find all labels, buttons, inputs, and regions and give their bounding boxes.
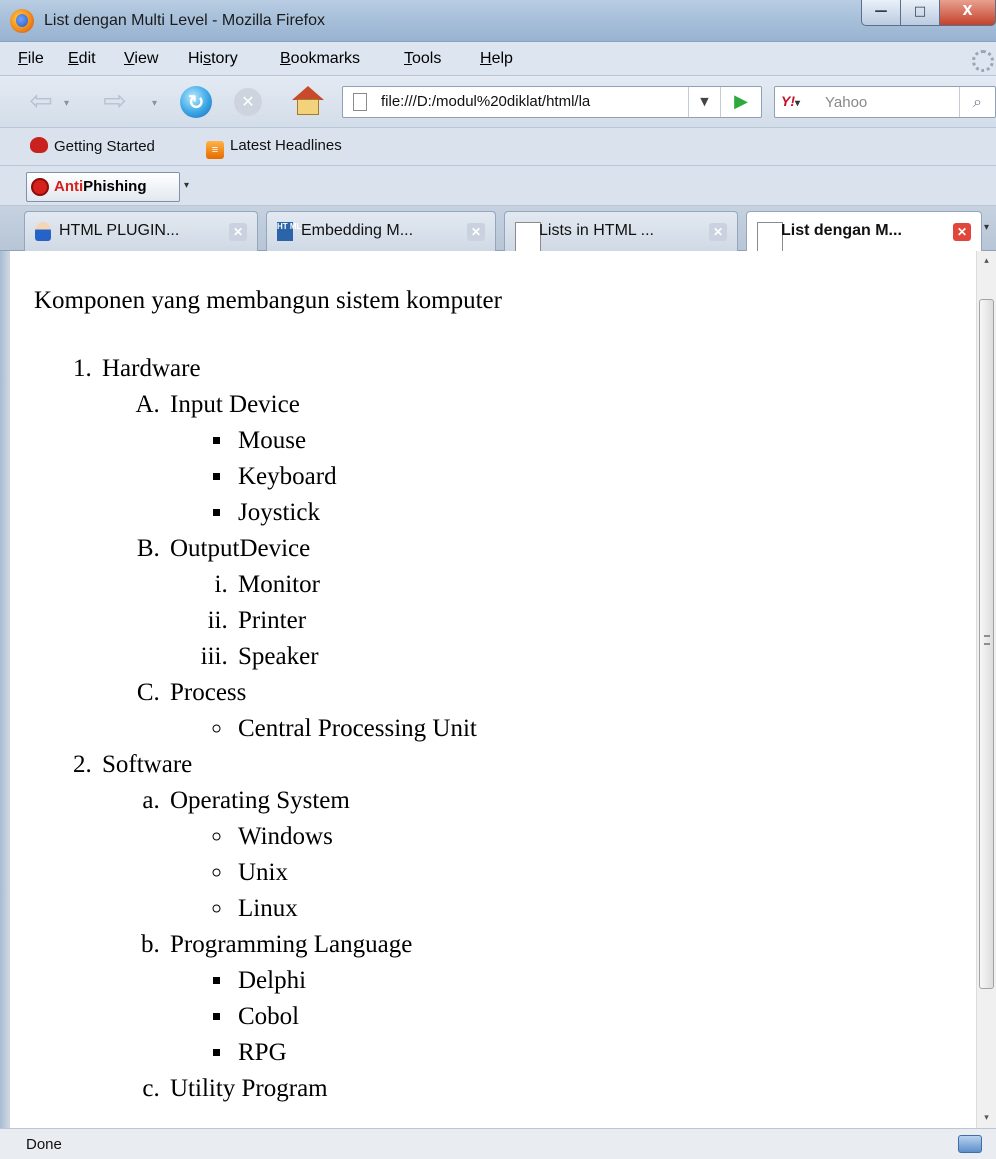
url-input[interactable]: file:///D:/modul%20diklat/html/la — [381, 93, 685, 110]
scroll-up-button[interactable]: ▴ — [977, 251, 996, 271]
page-content: Komponen yang membangun sistem komputer … — [10, 251, 976, 1128]
navigation-toolbar: ⇦ ▾ ⇨ ▾ ↻ ✕ file:///D:/modul%20diklat/ht… — [0, 76, 996, 128]
menu-view[interactable]: View — [124, 50, 158, 68]
window-title: List dengan Multi Level - Mozilla Firefo… — [44, 12, 326, 29]
yahoo-icon[interactable]: Y!▾ — [781, 93, 800, 109]
tab-embedding[interactable]: HT ML Embedding M... ✕ — [266, 211, 496, 251]
antiphishing-icon — [31, 178, 49, 196]
url-history-dropdown[interactable]: ▼ — [688, 87, 720, 117]
scroll-down-button[interactable]: ▾ — [977, 1108, 996, 1128]
tab-html-plugin[interactable]: HTML PLUGIN... ✕ — [24, 211, 258, 251]
window-edge — [0, 251, 10, 1128]
sub-sub-list: MouseKeyboardJoystick — [170, 423, 976, 531]
main-list: HardwareInput DeviceMouseKeyboardJoystic… — [34, 351, 976, 1107]
scroll-thumb[interactable] — [979, 299, 994, 989]
list-item: Delphi — [234, 963, 976, 999]
tab-close-icon[interactable]: ✕ — [229, 223, 247, 241]
search-input[interactable]: Yahoo — [825, 94, 867, 111]
go-button[interactable]: ▶ — [720, 87, 761, 117]
document: Komponen yang membangun sistem komputer … — [10, 251, 976, 1107]
menu-history[interactable]: History — [188, 50, 238, 68]
list-item: Monitor — [234, 567, 976, 603]
list-item: Speaker — [234, 639, 976, 675]
firefox-bookmark-icon — [30, 137, 48, 153]
sub-list: Operating SystemWindowsUnixLinuxProgramm… — [102, 783, 976, 1107]
search-bar[interactable]: Y!▾ Yahoo ⌕ — [774, 86, 996, 118]
list-item: Cobol — [234, 999, 976, 1035]
addon-toolbar: AntiPhishing ▾ — [0, 166, 996, 206]
menu-tools[interactable]: Tools — [404, 50, 441, 68]
firefox-icon — [10, 9, 34, 33]
list-item: SoftwareOperating SystemWindowsUnixLinux… — [98, 747, 976, 1107]
close-button[interactable]: X — [939, 0, 996, 26]
minimize-button[interactable]: — — [861, 0, 901, 26]
menu-help[interactable]: Help — [480, 50, 513, 68]
list-item: Windows — [234, 819, 976, 855]
list-item: Programming LanguageDelphiCobolRPG — [166, 927, 976, 1071]
list-item: Printer — [234, 603, 976, 639]
tab-strip: HTML PLUGIN... ✕ HT ML Embedding M... ✕ … — [0, 206, 996, 256]
sub-sub-list: WindowsUnixLinux — [170, 819, 976, 927]
list-item: Input DeviceMouseKeyboardJoystick — [166, 387, 976, 531]
tab-close-icon[interactable]: ✕ — [953, 223, 971, 241]
reload-button[interactable]: ↻ — [180, 86, 212, 118]
tab-close-icon[interactable]: ✕ — [709, 223, 727, 241]
sub-sub-list: Central Processing Unit — [170, 711, 976, 747]
antiphishing-label: AntiPhishing — [54, 178, 147, 195]
list-item: OutputDeviceMonitorPrinterSpeaker — [166, 531, 976, 675]
search-icon[interactable]: ⌕ — [959, 87, 995, 117]
forward-history-dropdown[interactable]: ▾ — [152, 98, 157, 109]
status-bar: Done — [0, 1128, 996, 1159]
bookmark-getting-started[interactable]: Getting Started — [30, 137, 155, 155]
user-icon — [35, 222, 51, 241]
vertical-scrollbar[interactable]: ▴ ▾ — [976, 251, 996, 1128]
browser-window: List dengan Multi Level - Mozilla Firefo… — [0, 0, 996, 1159]
list-item: Linux — [234, 891, 976, 927]
antiphishing-button[interactable]: AntiPhishing — [26, 172, 180, 202]
tab-list-dengan[interactable]: List dengan M... ✕ — [746, 211, 982, 256]
list-item: Operating SystemWindowsUnixLinux — [166, 783, 976, 927]
tab-lists-in-html[interactable]: Lists in HTML ... ✕ — [504, 211, 738, 256]
menu-edit[interactable]: Edit — [68, 50, 96, 68]
address-bar[interactable]: file:///D:/modul%20diklat/html/la ▼ ▶ — [342, 86, 762, 118]
sub-sub-list: MonitorPrinterSpeaker — [170, 567, 976, 675]
menu-bookmarks[interactable]: Bookmarks — [280, 50, 360, 68]
back-button[interactable]: ⇦ — [26, 87, 56, 115]
menu-bar: File Edit View History Bookmarks Tools H… — [0, 42, 996, 76]
mail-icon[interactable] — [958, 1135, 982, 1153]
html-icon: HT ML — [277, 222, 301, 241]
bookmark-latest-headlines[interactable]: ≡ Latest Headlines — [206, 137, 342, 159]
list-item: Keyboard — [234, 459, 976, 495]
tab-list-dropdown[interactable]: ▾ — [984, 222, 989, 233]
back-history-dropdown[interactable]: ▾ — [64, 98, 69, 109]
list-item: ProcessCentral Processing Unit — [166, 675, 976, 747]
home-button[interactable] — [292, 86, 324, 116]
list-item: RPG — [234, 1035, 976, 1071]
list-item: Central Processing Unit — [234, 711, 976, 747]
status-text: Done — [26, 1136, 62, 1153]
list-item: Unix — [234, 855, 976, 891]
page-icon — [353, 93, 367, 111]
forward-button[interactable]: ⇨ — [100, 87, 130, 115]
list-item: HardwareInput DeviceMouseKeyboardJoystic… — [98, 351, 976, 747]
home-icon — [292, 86, 324, 100]
throbber-icon — [972, 50, 994, 72]
page-heading: Komponen yang membangun sistem komputer — [34, 287, 502, 314]
tab-close-icon[interactable]: ✕ — [467, 223, 485, 241]
sub-sub-list: DelphiCobolRPG — [170, 963, 976, 1071]
rss-icon: ≡ — [206, 141, 224, 159]
maximize-button[interactable]: □ — [900, 0, 940, 26]
bookmarks-toolbar: Getting Started ≡ Latest Headlines — [0, 128, 996, 166]
antiphishing-dropdown[interactable]: ▾ — [184, 180, 189, 191]
scroll-grip-icon — [984, 635, 990, 645]
stop-button[interactable]: ✕ — [234, 88, 262, 116]
sub-list: Input DeviceMouseKeyboardJoystickOutputD… — [102, 387, 976, 747]
list-item: Joystick — [234, 495, 976, 531]
list-item: Mouse — [234, 423, 976, 459]
menu-file[interactable]: File — [18, 50, 44, 68]
list-item: Utility Program — [166, 1071, 976, 1107]
title-bar: List dengan Multi Level - Mozilla Firefo… — [0, 0, 996, 42]
